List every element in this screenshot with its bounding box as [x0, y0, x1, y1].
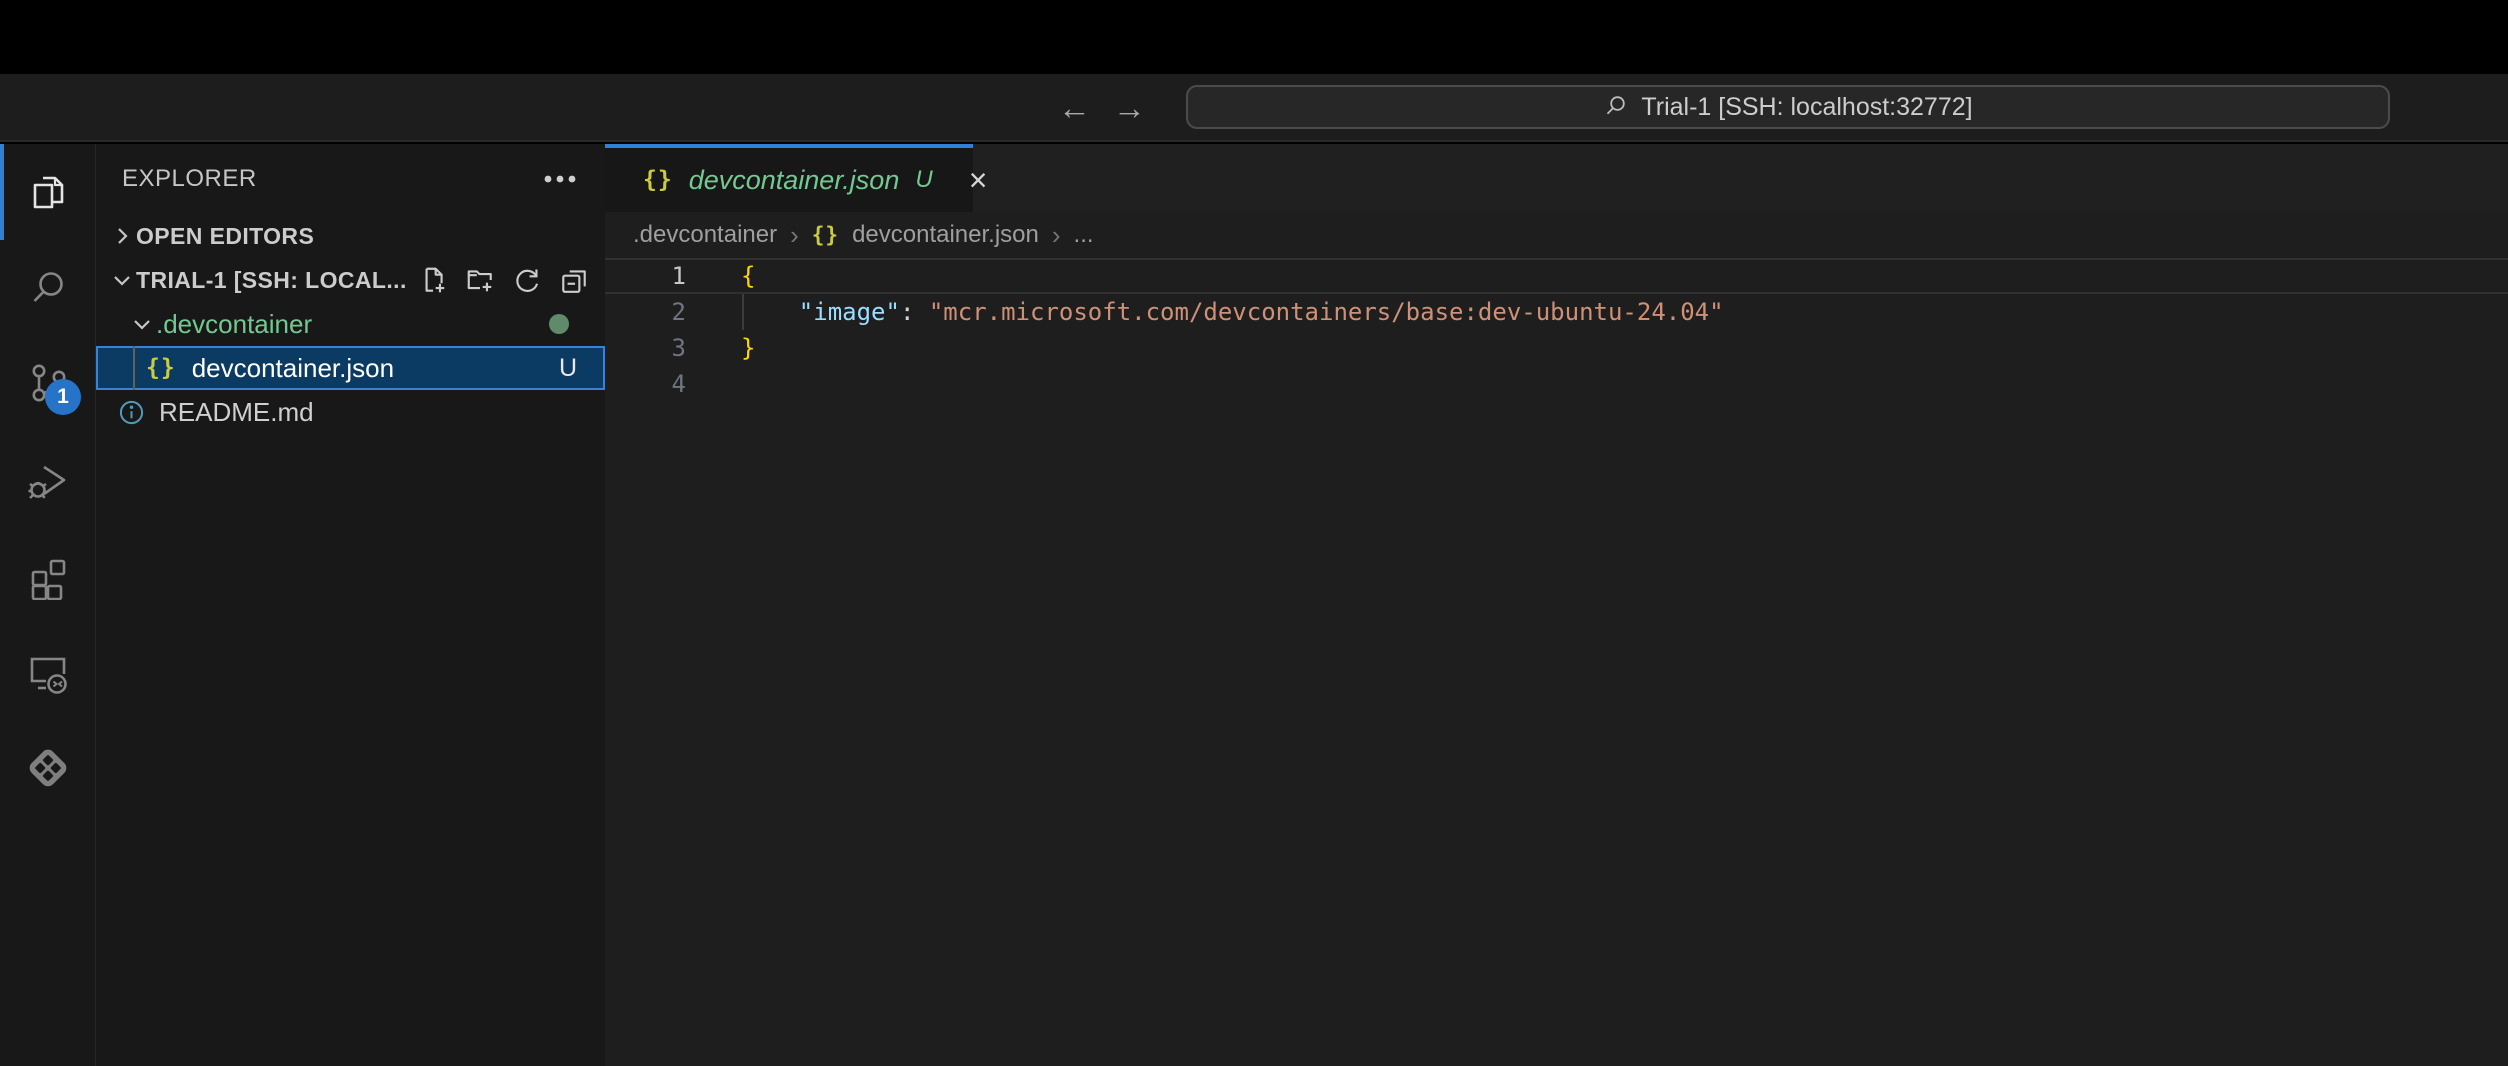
- sidebar-title: EXPLORER: [122, 165, 257, 193]
- section-workspace[interactable]: TRIAL-1 [SSH: LOCAL...: [96, 258, 605, 302]
- activity-run-debug[interactable]: [0, 432, 96, 528]
- search-icon: [1603, 94, 1629, 120]
- line-number[interactable]: 1: [605, 260, 686, 292]
- remote-explorer-icon: [24, 648, 72, 696]
- tree-indent-guide: [133, 346, 135, 390]
- new-folder-button[interactable]: [465, 265, 495, 295]
- workspace-label: TRIAL-1 [SSH: LOCAL...: [136, 267, 407, 294]
- new-file-button[interactable]: [418, 265, 448, 295]
- json-file-icon: {}: [643, 167, 673, 193]
- back-button[interactable]: ←: [1058, 91, 1091, 124]
- activity-source-control[interactable]: 1: [0, 336, 96, 432]
- tree-item-devcontainer-json[interactable]: {} devcontainer.json U: [96, 346, 605, 390]
- history-nav: ← →: [1058, 74, 1146, 140]
- extensions-icon: [24, 552, 72, 600]
- code-line[interactable]: 3 }: [605, 330, 2508, 366]
- new-folder-icon: [465, 265, 495, 295]
- json-file-icon: {}: [146, 355, 176, 381]
- tab-label: devcontainer.json: [689, 165, 900, 196]
- editor-group: {} devcontainer.json U × .devcontainer ›…: [605, 144, 2508, 1066]
- git-modified-dot: [549, 314, 569, 334]
- activity-extensions[interactable]: [0, 528, 96, 624]
- line-number[interactable]: 2: [605, 294, 686, 330]
- tab-strip: {} devcontainer.json U ×: [605, 144, 2508, 212]
- line-number[interactable]: 3: [605, 330, 686, 366]
- code-line[interactable]: 1 {: [605, 258, 2508, 294]
- command-center[interactable]: Trial-1 [SSH: localhost:32772]: [1186, 85, 2390, 129]
- tree-item-devcontainer-folder[interactable]: .devcontainer: [96, 302, 605, 346]
- line-number[interactable]: 4: [605, 366, 686, 402]
- activity-containers[interactable]: [0, 720, 96, 816]
- window-title: Trial-1 [SSH: localhost:32772]: [1641, 93, 1972, 122]
- source-control-badge: 1: [45, 379, 81, 415]
- markdown-info-icon: [118, 399, 145, 426]
- activity-bar: 1: [0, 144, 96, 1066]
- code-editor[interactable]: 1 { 2 "image": "mcr.microsoft.com/devcon…: [605, 258, 2508, 1066]
- breadcrumb: .devcontainer › {} devcontainer.json › .…: [605, 212, 2508, 258]
- sidebar-header: EXPLORER: [96, 144, 605, 214]
- new-file-icon: [418, 265, 448, 295]
- more-actions-button[interactable]: [543, 144, 577, 214]
- tree-item-readme[interactable]: README.md: [96, 390, 605, 434]
- tab-git-status: U: [915, 166, 932, 194]
- chevron-right-icon: [108, 223, 136, 249]
- chevron-right-icon: ›: [1052, 220, 1061, 251]
- breadcrumb-folder[interactable]: .devcontainer: [633, 221, 777, 249]
- macos-menubar-area: [0, 0, 2508, 74]
- folder-name: .devcontainer: [156, 309, 312, 340]
- tab-devcontainer-json[interactable]: {} devcontainer.json U ×: [605, 144, 973, 212]
- refresh-icon: [512, 265, 542, 295]
- workspace-actions: [418, 258, 589, 302]
- debug-icon: [24, 456, 72, 504]
- section-open-editors[interactable]: OPEN EDITORS: [96, 214, 605, 258]
- chevron-right-icon: ›: [790, 220, 799, 251]
- collapse-all-button[interactable]: [559, 265, 589, 295]
- explorer-sidebar: EXPLORER OPEN EDITORS TRIAL-1 [SSH: LOCA…: [96, 144, 605, 1066]
- file-name: devcontainer.json: [192, 353, 394, 384]
- open-editors-label: OPEN EDITORS: [136, 223, 314, 250]
- activity-explorer[interactable]: [0, 144, 96, 240]
- code-line[interactable]: 4: [605, 366, 2508, 402]
- activity-remote-explorer[interactable]: [0, 624, 96, 720]
- more-actions-icon: [543, 173, 577, 185]
- refresh-button[interactable]: [512, 265, 542, 295]
- forward-button[interactable]: →: [1113, 91, 1146, 124]
- git-status-letter: U: [559, 354, 577, 383]
- breadcrumb-symbol[interactable]: ...: [1074, 221, 1094, 249]
- files-icon: [24, 168, 72, 216]
- collapse-all-icon: [559, 265, 589, 295]
- close-icon[interactable]: ×: [969, 164, 988, 196]
- breadcrumb-file[interactable]: devcontainer.json: [852, 221, 1039, 249]
- json-file-icon: {}: [812, 223, 839, 247]
- containers-icon: [24, 744, 72, 792]
- chevron-down-icon: [128, 311, 156, 337]
- activity-search[interactable]: [0, 240, 96, 336]
- chevron-down-icon: [108, 267, 136, 293]
- search-icon: [24, 264, 72, 312]
- code-line[interactable]: 2 "image": "mcr.microsoft.com/devcontain…: [605, 294, 2508, 330]
- file-name: README.md: [159, 397, 314, 428]
